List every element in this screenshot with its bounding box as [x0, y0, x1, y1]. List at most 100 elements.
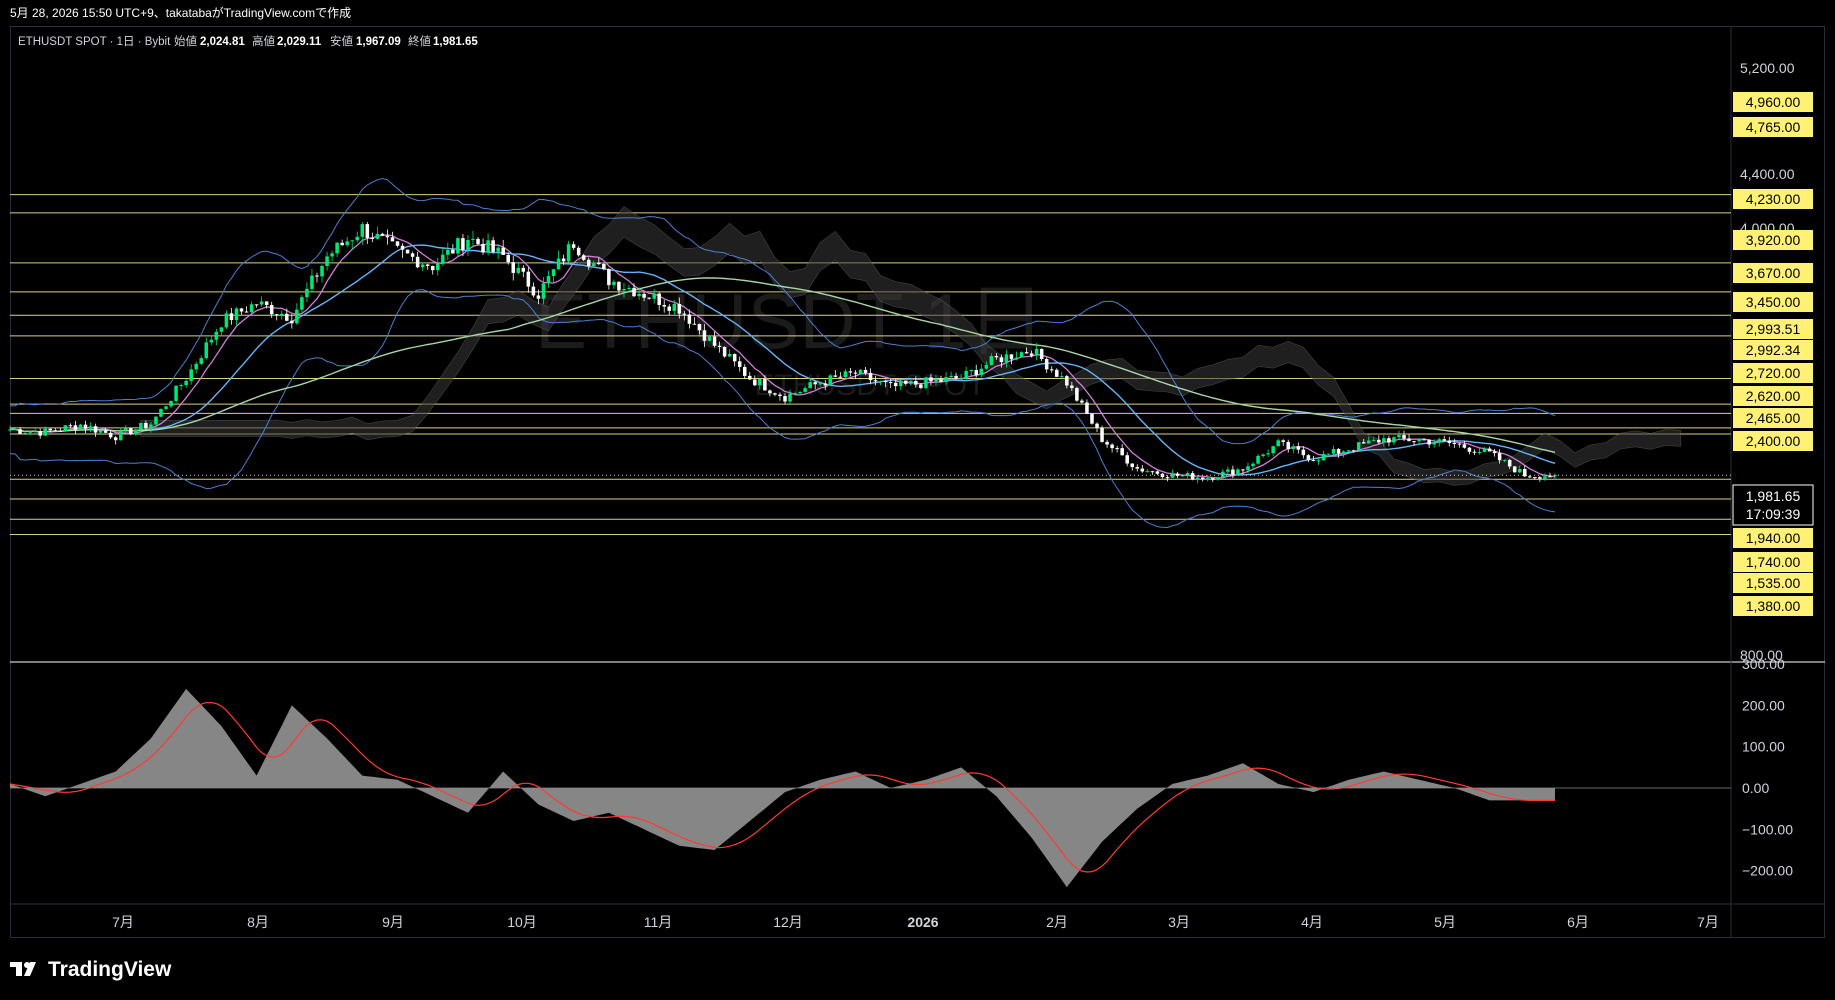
candle-body	[33, 431, 37, 433]
candle-body	[823, 383, 828, 386]
candle-body	[1316, 460, 1321, 462]
candle-body	[1065, 376, 1069, 386]
candle-body	[1477, 451, 1482, 453]
candle-body	[239, 308, 244, 312]
candle-body	[315, 275, 319, 277]
candle-body	[909, 380, 913, 384]
candle-body	[320, 266, 324, 277]
candle-body	[159, 408, 163, 417]
candle-body	[753, 379, 757, 386]
candle-body	[1402, 435, 1406, 439]
candle-body	[647, 297, 651, 299]
candle-body	[93, 426, 98, 433]
candle-body	[123, 428, 128, 431]
macd-axis-tick: −100.00	[1742, 821, 1793, 837]
price-level-label-text: 2,992.34	[1746, 342, 1801, 358]
candle-body	[234, 308, 239, 321]
candle-body	[1351, 450, 1356, 452]
candle-body	[586, 259, 591, 267]
price-level-label-text: 1,740.00	[1746, 554, 1801, 570]
candle-body	[1346, 450, 1351, 452]
candle-body	[888, 382, 893, 384]
price-level-label-text: 3,920.00	[1746, 232, 1801, 248]
candle-body	[1241, 469, 1245, 471]
candle-body	[1457, 443, 1462, 445]
candle-body	[194, 363, 198, 370]
candle-body	[1095, 423, 1099, 428]
candle-body	[139, 422, 143, 430]
candle-body	[285, 313, 289, 321]
candle-body	[838, 376, 843, 378]
candle-body	[1271, 446, 1275, 454]
candle-body	[129, 428, 133, 435]
candle-body	[934, 379, 938, 382]
candle-body	[1412, 441, 1416, 443]
candle-body	[1517, 469, 1522, 473]
candle-body	[279, 313, 284, 315]
candle-body	[768, 390, 772, 394]
candle-body	[758, 379, 762, 386]
candle-body	[38, 431, 42, 436]
candle-body	[28, 431, 32, 433]
candle-body	[1286, 441, 1291, 450]
candle-body	[1029, 353, 1034, 356]
candle-body	[898, 380, 903, 387]
candle-body	[632, 287, 636, 297]
candle-body	[501, 247, 505, 255]
candle-body	[848, 371, 853, 373]
candle-body	[1135, 467, 1140, 469]
candle-body	[400, 245, 405, 250]
candle-body	[1341, 451, 1346, 454]
candle-body	[300, 297, 304, 310]
candle-body	[722, 346, 727, 357]
candle-body	[360, 224, 365, 237]
candle-body	[702, 330, 707, 341]
price-level-label-text: 2,400.00	[1746, 433, 1801, 449]
candle-body	[1256, 455, 1260, 464]
chart-canvas[interactable]: ETHUSDT 1日ETHUSDT SPOT5,200.004,400.004,…	[0, 0, 1835, 1000]
candle-body	[642, 293, 646, 298]
ohlc-value: 2,029.11	[277, 36, 322, 48]
candle-body	[415, 256, 420, 268]
candle-body	[1090, 413, 1094, 424]
candle-body	[687, 314, 692, 324]
candle-body	[1361, 442, 1366, 444]
candle-body	[1014, 357, 1019, 360]
candle-body	[984, 364, 989, 369]
candle-body	[1075, 388, 1079, 401]
candle-body	[672, 304, 677, 311]
candle-body	[274, 314, 279, 316]
time-axis-label: 7月	[112, 914, 134, 930]
candle-body	[576, 247, 581, 256]
last-price-text: 1,981.65	[1746, 488, 1801, 504]
tradingview-logo[interactable]: TradingView	[10, 955, 171, 985]
candle-body	[48, 428, 53, 431]
candle-body	[1009, 354, 1014, 360]
price-level-label-text: 4,960.00	[1746, 94, 1801, 110]
candle-body	[597, 263, 601, 265]
candle-body	[8, 429, 12, 431]
candle-body	[828, 375, 833, 386]
candle-body	[1205, 478, 1210, 480]
candle-body	[1512, 466, 1517, 473]
candle-body	[1417, 439, 1421, 442]
candle-body	[556, 258, 561, 270]
price-level-label-text: 3,450.00	[1746, 294, 1801, 310]
candle-body	[773, 393, 777, 395]
candle-body	[1246, 466, 1250, 471]
candle-body	[974, 370, 978, 376]
candle-body	[1276, 440, 1280, 447]
ohlc-value: 安値	[330, 34, 353, 48]
candle-body	[385, 235, 390, 238]
candle-body	[662, 304, 666, 307]
candle-body	[602, 263, 606, 270]
candle-body	[1301, 449, 1306, 456]
candle-body	[451, 249, 455, 254]
candle-body	[88, 426, 93, 429]
candle-body	[798, 391, 802, 394]
candle-body	[325, 256, 329, 267]
candle-body	[612, 281, 616, 286]
candle-body	[471, 238, 475, 241]
candle-body	[134, 429, 138, 435]
candle-body	[214, 331, 219, 340]
